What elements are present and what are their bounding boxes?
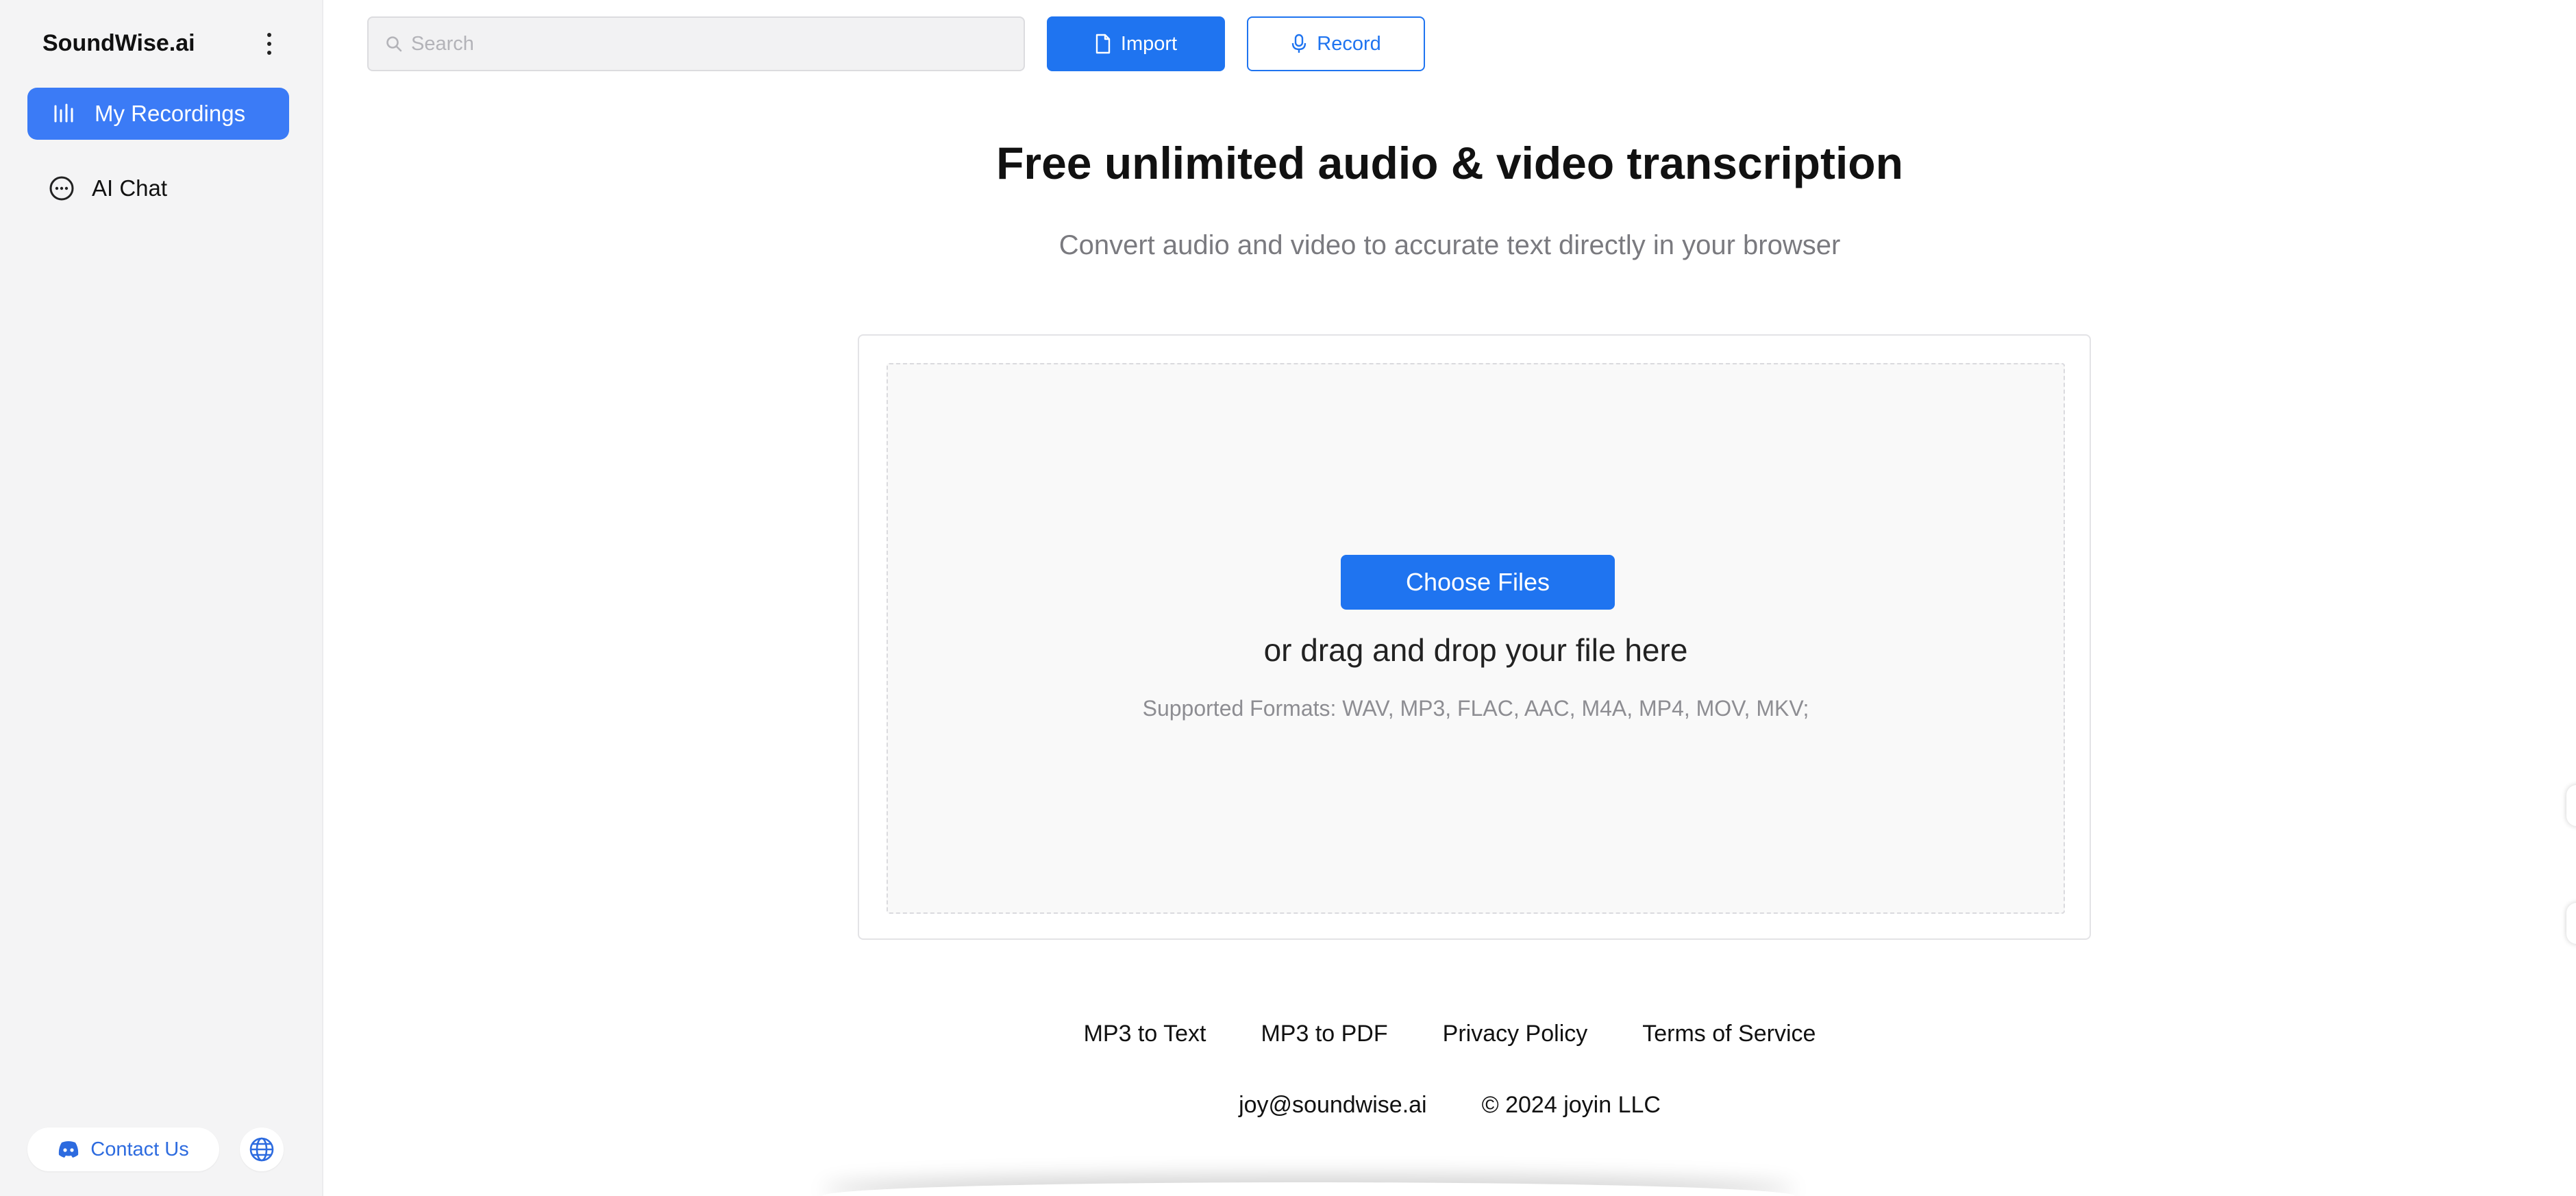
edge-tab[interactable] [2566,903,2576,944]
search-box[interactable] [367,16,1025,71]
microphone-icon [1291,34,1307,54]
language-button[interactable] [240,1128,284,1171]
search-icon [385,35,403,53]
footer-email[interactable]: joy@soundwise.ai [1239,1092,1427,1119]
page-subtitle: Convert audio and video to accurate text… [323,230,2576,261]
sidebar: SoundWise.ai My Recordings [0,0,323,1196]
sidebar-item-ai-chat[interactable]: AI Chat [27,162,289,214]
choose-files-button[interactable]: Choose Files [1341,555,1615,610]
search-input[interactable] [411,33,1014,55]
footer-links: MP3 to Text MP3 to PDF Privacy Policy Te… [323,1021,2576,1047]
app-window: SoundWise.ai My Recordings [0,0,2576,1196]
sidebar-item-label: My Recordings [95,101,245,127]
edge-tab[interactable] [2566,785,2576,826]
sidebar-item-label: AI Chat [92,175,167,201]
drag-drop-hint: or drag and drop your file here [888,632,2064,669]
brand-logo-text[interactable]: SoundWise.ai [42,30,195,57]
upload-card: Choose Files or drag and drop your file … [858,334,2091,940]
record-label: Record [1317,33,1381,55]
footer-bottom: joy@soundwise.ai © 2024 joyin LLC [323,1092,2576,1119]
file-drop-zone[interactable]: Choose Files or drag and drop your file … [887,363,2065,914]
discord-icon [58,1141,79,1158]
file-icon [1095,34,1111,54]
footer-copyright: © 2024 joyin LLC [1482,1092,1661,1119]
bottom-popup-edge [822,1182,1795,1196]
record-button[interactable]: Record [1247,16,1425,71]
supported-formats-text: Supported Formats: WAV, MP3, FLAC, AAC, … [888,696,2064,721]
footer-link-mp3-to-pdf[interactable]: MP3 to PDF [1261,1021,1387,1047]
audio-bars-icon [51,100,78,127]
contact-us-button[interactable]: Contact Us [27,1128,219,1171]
more-options-icon[interactable] [259,29,280,59]
chat-bubble-icon [48,175,75,202]
footer-link-mp3-to-text[interactable]: MP3 to Text [1084,1021,1206,1047]
contact-us-label: Contact Us [90,1138,188,1161]
footer-link-terms-of-service[interactable]: Terms of Service [1642,1021,1816,1047]
import-label: Import [1121,33,1177,55]
page-title: Free unlimited audio & video transcripti… [323,137,2576,189]
globe-icon [248,1136,275,1163]
footer-link-privacy-policy[interactable]: Privacy Policy [1443,1021,1588,1047]
import-button[interactable]: Import [1047,16,1225,71]
sidebar-item-my-recordings[interactable]: My Recordings [27,88,289,140]
